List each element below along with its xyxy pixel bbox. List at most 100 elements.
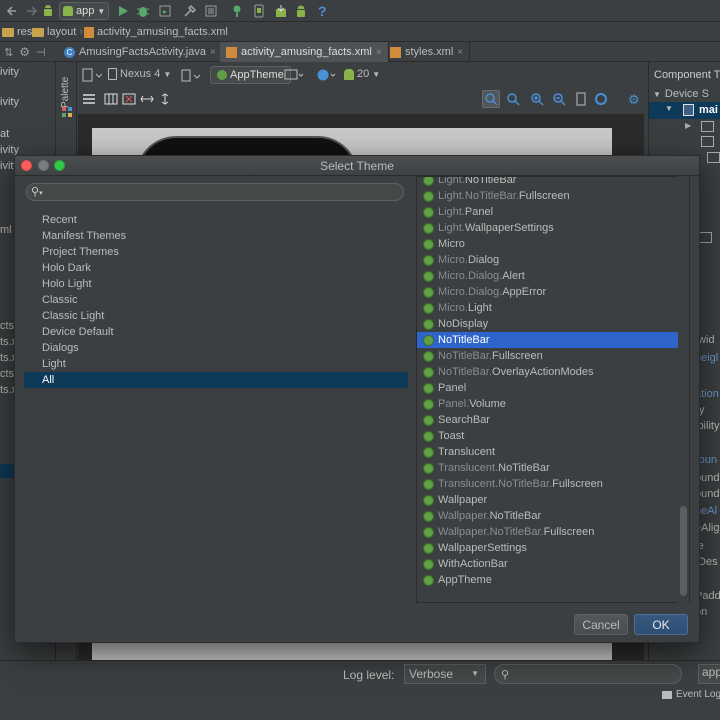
theme-category-item[interactable]: Recent xyxy=(24,212,408,228)
theme-list-item[interactable]: Micro.Dialog.AppError xyxy=(417,284,679,300)
settings-gear-icon[interactable]: ⚙ xyxy=(628,92,644,107)
theme-category-item[interactable]: Light xyxy=(24,356,408,372)
zoom-actual-icon[interactable] xyxy=(506,92,520,106)
screenshot-icon[interactable] xyxy=(574,92,588,106)
theme-list-item[interactable]: AppTheme xyxy=(417,572,679,588)
expand-arrow-icon[interactable]: ▶ xyxy=(685,121,691,130)
remove-layout-icon[interactable] xyxy=(122,93,136,105)
theme-category-item[interactable]: Classic Light xyxy=(24,308,408,324)
theme-list-item[interactable]: WithActionBar xyxy=(417,556,679,572)
theme-list-item[interactable]: Wallpaper.NoTitleBar xyxy=(417,508,679,524)
theme-list-item[interactable]: Panel.Volume xyxy=(417,396,679,412)
help-icon[interactable]: ? xyxy=(318,4,332,18)
theme-category-item[interactable]: Classic xyxy=(24,292,408,308)
theme-list-item[interactable]: NoTitleBar.OverlayActionModes xyxy=(417,364,679,380)
close-icon[interactable]: × xyxy=(457,47,463,58)
cancel-button[interactable]: Cancel xyxy=(574,614,628,635)
activity-selector-icon[interactable] xyxy=(284,68,304,82)
theme-list-item[interactable]: Micro.Light xyxy=(417,300,679,316)
palette-label[interactable]: Palette xyxy=(60,68,74,108)
debug-icon[interactable] xyxy=(136,4,150,18)
theme-list-item[interactable]: NoTitleBar xyxy=(417,332,679,348)
theme-list-item[interactable]: Light.NoTitleBar xyxy=(417,177,679,188)
tab-amusing-facts-activity[interactable]: C AmusingFactsActivity.java × xyxy=(58,42,223,62)
project-tree-item[interactable]: at xyxy=(0,128,9,140)
close-icon[interactable]: × xyxy=(210,47,216,58)
project-tree-item[interactable]: ivity xyxy=(0,96,19,108)
device-selector[interactable]: Nexus 4 ▼ xyxy=(108,68,171,80)
theme-list-item[interactable]: Micro xyxy=(417,236,679,252)
theme-list-item[interactable]: Light.Panel xyxy=(417,204,679,220)
theme-list-item[interactable]: Micro.Dialog.Alert xyxy=(417,268,679,284)
theme-category-item[interactable]: Holo Light xyxy=(24,276,408,292)
collapse-icon[interactable]: ⊣ xyxy=(36,46,46,59)
theme-list-item[interactable]: Wallpaper xyxy=(417,492,679,508)
refresh-icon[interactable] xyxy=(594,92,608,106)
project-tree-item[interactable]: ivity xyxy=(0,66,19,78)
gear-icon[interactable]: ⚙ xyxy=(19,45,30,59)
ok-button[interactable]: OK xyxy=(634,614,688,635)
theme-list-item[interactable]: NoDisplay xyxy=(417,316,679,332)
fill-width-icon[interactable] xyxy=(140,93,154,105)
project-structure-icon[interactable] xyxy=(204,4,218,18)
run-icon[interactable] xyxy=(116,4,130,18)
locale-globe-icon[interactable] xyxy=(316,68,338,82)
project-tree-item[interactable]: cts xyxy=(0,320,14,332)
close-icon[interactable]: × xyxy=(376,47,382,58)
sync-gradle-icon[interactable] xyxy=(230,4,244,18)
theme-category-item[interactable]: Holo Dark xyxy=(24,260,408,276)
api-level-selector[interactable]: 20 ▼ xyxy=(344,68,380,80)
theme-category-item[interactable]: Project Themes xyxy=(24,244,408,260)
project-tree-item[interactable]: ml xyxy=(0,224,12,236)
zoom-out-icon[interactable] xyxy=(552,92,566,106)
breadcrumb-item-layout[interactable]: layout › xyxy=(32,22,83,42)
layout-variants-icon[interactable] xyxy=(82,68,102,82)
theme-list-item[interactable]: Translucent.NoTitleBar xyxy=(417,460,679,476)
zoom-to-fit-button[interactable] xyxy=(482,90,500,108)
event-log-button[interactable]: Event Log xyxy=(662,689,720,700)
theme-category-item[interactable]: Device Default xyxy=(24,324,408,340)
android-device-monitor-icon[interactable] xyxy=(294,4,308,18)
theme-list-item[interactable]: Light.WallpaperSettings xyxy=(417,220,679,236)
theme-category-list[interactable]: Recent Manifest Themes Project Themes Holo … xyxy=(24,212,408,632)
theme-list-item[interactable]: Wallpaper.NoTitleBar.Fullscreen xyxy=(417,524,679,540)
theme-category-item[interactable]: All xyxy=(24,372,408,388)
theme-list-item[interactable]: SearchBar xyxy=(417,412,679,428)
attach-debugger-icon[interactable] xyxy=(158,4,172,18)
forward-arrow-icon[interactable] xyxy=(24,4,38,18)
scrollbar-thumb[interactable] xyxy=(680,506,687,596)
theme-search-input[interactable]: ⚲▾ xyxy=(26,183,404,201)
zoom-in-icon[interactable] xyxy=(530,92,544,106)
theme-category-item[interactable]: Manifest Themes xyxy=(24,228,408,244)
project-tree-item[interactable]: cts xyxy=(0,368,14,380)
orientation-icon[interactable] xyxy=(180,68,202,82)
app-filter-select[interactable]: app xyxy=(698,664,720,684)
theme-list-item[interactable]: Panel xyxy=(417,380,679,396)
breadcrumb-item-file[interactable]: activity_amusing_facts.xml xyxy=(84,22,228,42)
tree-node-device[interactable]: ▼ Device S xyxy=(653,88,709,100)
theme-list-item[interactable]: Translucent.NoTitleBar.Fullscreen xyxy=(417,476,679,492)
logcat-search-input[interactable]: ⚲ xyxy=(494,664,682,684)
theme-selector[interactable]: AppTheme xyxy=(210,66,291,84)
avd-manager-icon[interactable] xyxy=(252,4,266,18)
tree-node-main-selected[interactable]: ▼ mai xyxy=(649,102,720,119)
sdk-manager-icon[interactable] xyxy=(274,4,288,18)
theme-list-item[interactable]: Light.NoTitleBar.Fullscreen xyxy=(417,188,679,204)
theme-list-item[interactable]: Translucent xyxy=(417,444,679,460)
run-config-dropdown[interactable]: app ▼ xyxy=(59,2,109,20)
tab-activity-layout[interactable]: activity_amusing_facts.xml × xyxy=(220,42,389,62)
sdk-tools-icon[interactable] xyxy=(183,4,197,18)
back-arrow-icon[interactable] xyxy=(6,4,20,18)
toggle-hierarchy-icon[interactable] xyxy=(82,93,96,105)
sync-icon[interactable]: ⇅ xyxy=(4,46,13,59)
fill-height-icon[interactable] xyxy=(158,93,172,105)
theme-list-scrollbar[interactable] xyxy=(678,176,689,603)
theme-list-item[interactable]: NoTitleBar.Fullscreen xyxy=(417,348,679,364)
distribute-icon[interactable] xyxy=(104,93,118,105)
theme-list-item[interactable]: Toast xyxy=(417,428,679,444)
tab-styles-xml[interactable]: styles.xml × xyxy=(384,42,471,62)
theme-category-item[interactable]: Dialogs xyxy=(24,340,408,356)
log-level-select[interactable]: Verbose ▼ xyxy=(404,664,486,684)
theme-list-item[interactable]: Micro.Dialog xyxy=(417,252,679,268)
theme-list-item[interactable]: WallpaperSettings xyxy=(417,540,679,556)
